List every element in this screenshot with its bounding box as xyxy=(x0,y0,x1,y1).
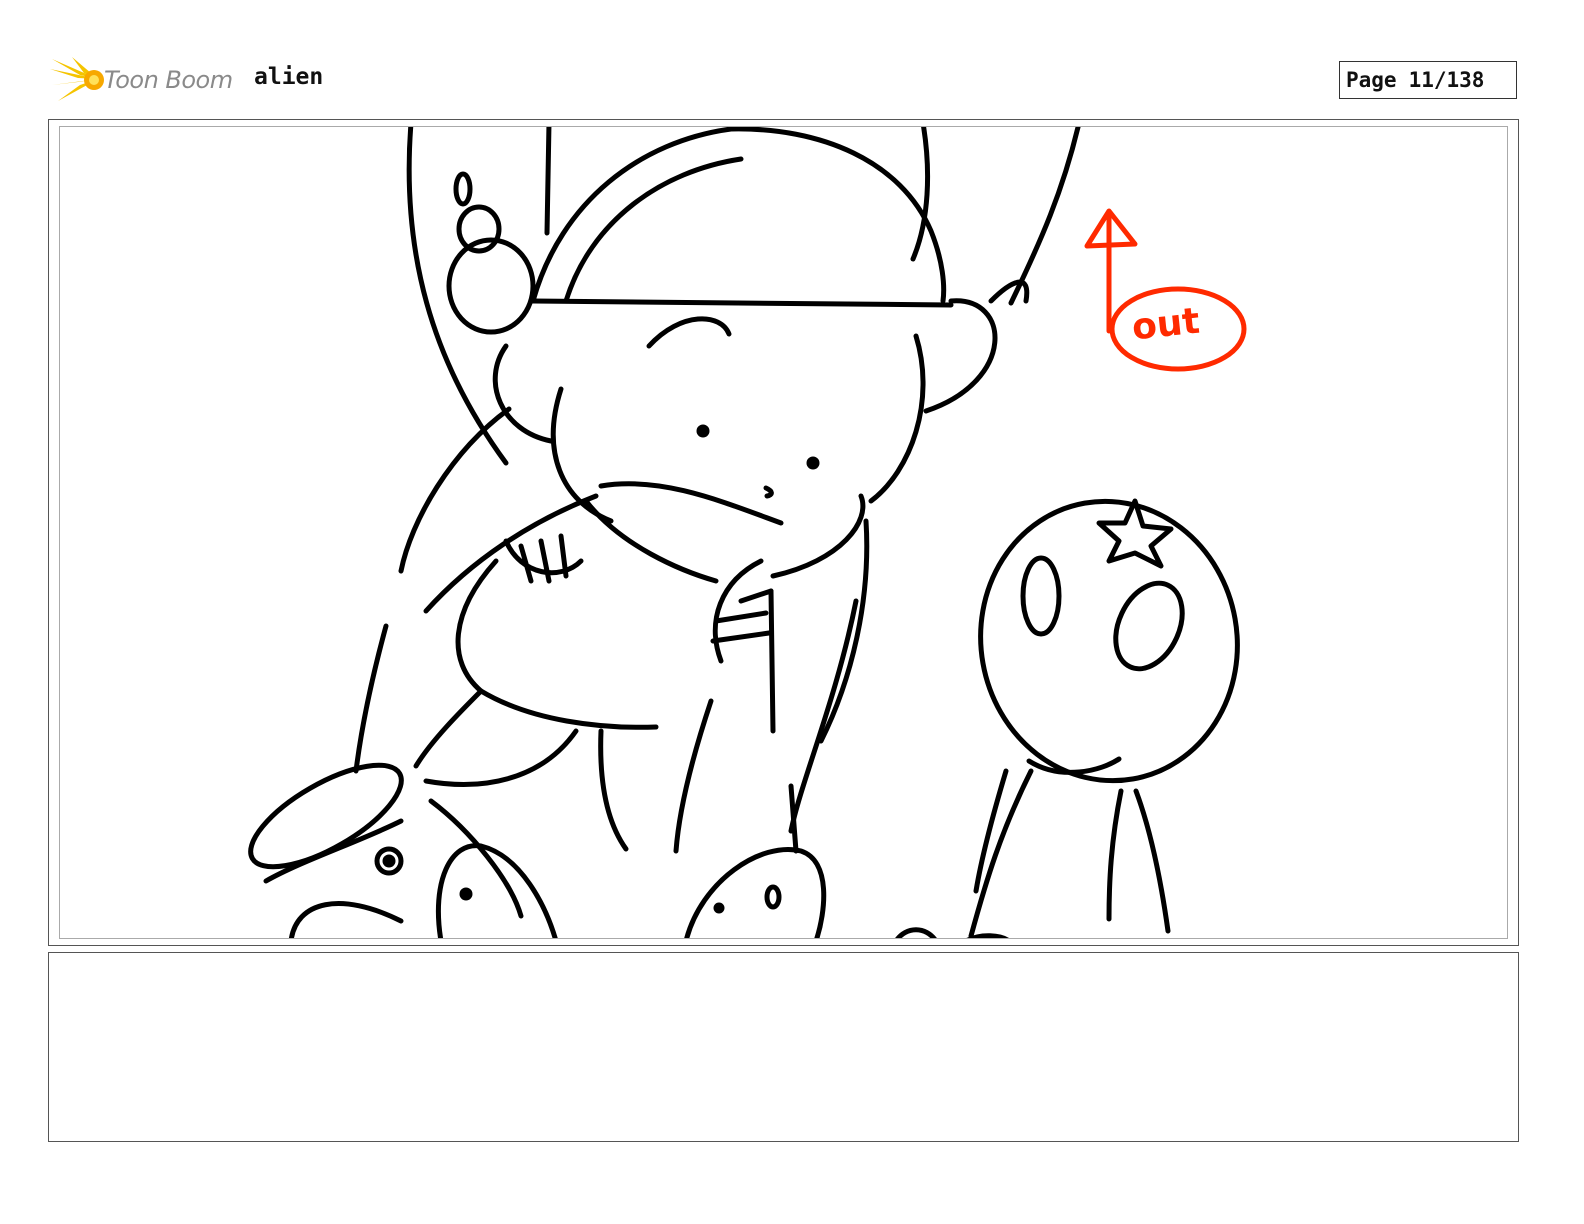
leg-right2 xyxy=(788,598,859,834)
hand-right xyxy=(710,558,774,664)
face-left-cheek xyxy=(492,343,554,444)
leg-left xyxy=(598,728,629,852)
out-annotation xyxy=(1084,208,1247,372)
body-lower xyxy=(423,728,579,787)
alien-neck-right xyxy=(1106,788,1124,922)
mouth-curve xyxy=(598,481,784,526)
floor-shape xyxy=(895,927,1009,938)
body-center xyxy=(768,588,776,734)
page-label: Page xyxy=(1346,68,1397,92)
hat-outline xyxy=(530,127,947,304)
eyelid xyxy=(646,316,732,349)
creature-antenna xyxy=(788,783,799,854)
creature-pupil xyxy=(382,854,396,868)
project-title: alien xyxy=(254,64,324,90)
arm-left xyxy=(398,406,512,574)
eye-left xyxy=(696,424,710,438)
creature-dot xyxy=(459,887,473,901)
notes-box xyxy=(48,952,1519,1142)
sketch-stroke xyxy=(544,127,552,236)
creature-body xyxy=(435,843,558,938)
toon-boom-star-icon xyxy=(50,57,104,101)
body-left-side xyxy=(353,623,389,774)
page-indicator: Page 11/138 xyxy=(1339,61,1517,99)
body-left xyxy=(455,558,659,730)
alien-eye-right xyxy=(1113,580,1185,672)
alien-neck-right2 xyxy=(1133,788,1171,934)
sleeve xyxy=(583,498,719,584)
leg-mid xyxy=(673,698,714,854)
logo-text: Toon Boom xyxy=(104,66,233,94)
sketch-stroke xyxy=(1008,127,1081,306)
body-left-side2 xyxy=(413,688,484,769)
storyboard-header: Toon Boom alien Page 11/138 xyxy=(0,0,1584,110)
storyboard-panel: out xyxy=(59,126,1508,939)
annotation-text: out xyxy=(1130,300,1202,349)
ear-right xyxy=(923,298,998,414)
alien-star xyxy=(1096,498,1174,569)
face-right xyxy=(868,333,926,504)
creature-bottom-eye xyxy=(764,884,782,910)
ear-left xyxy=(446,237,536,335)
sketch-stroke xyxy=(910,127,931,262)
alien-eye-left xyxy=(1020,555,1062,637)
notes-text xyxy=(49,953,1518,973)
creature-face-left xyxy=(289,901,404,938)
creature-bottom-dot xyxy=(713,902,725,914)
nose xyxy=(763,485,774,499)
hand-left xyxy=(503,533,584,584)
hat-brim xyxy=(530,298,954,308)
creature-bottom-center xyxy=(684,847,827,938)
eye-right xyxy=(806,456,820,470)
chin xyxy=(770,493,866,579)
antenna-tip xyxy=(453,171,473,207)
page-number: 11/138 xyxy=(1408,68,1485,92)
hat-inner-curve xyxy=(563,156,744,304)
sketch-drawing xyxy=(248,127,1247,938)
